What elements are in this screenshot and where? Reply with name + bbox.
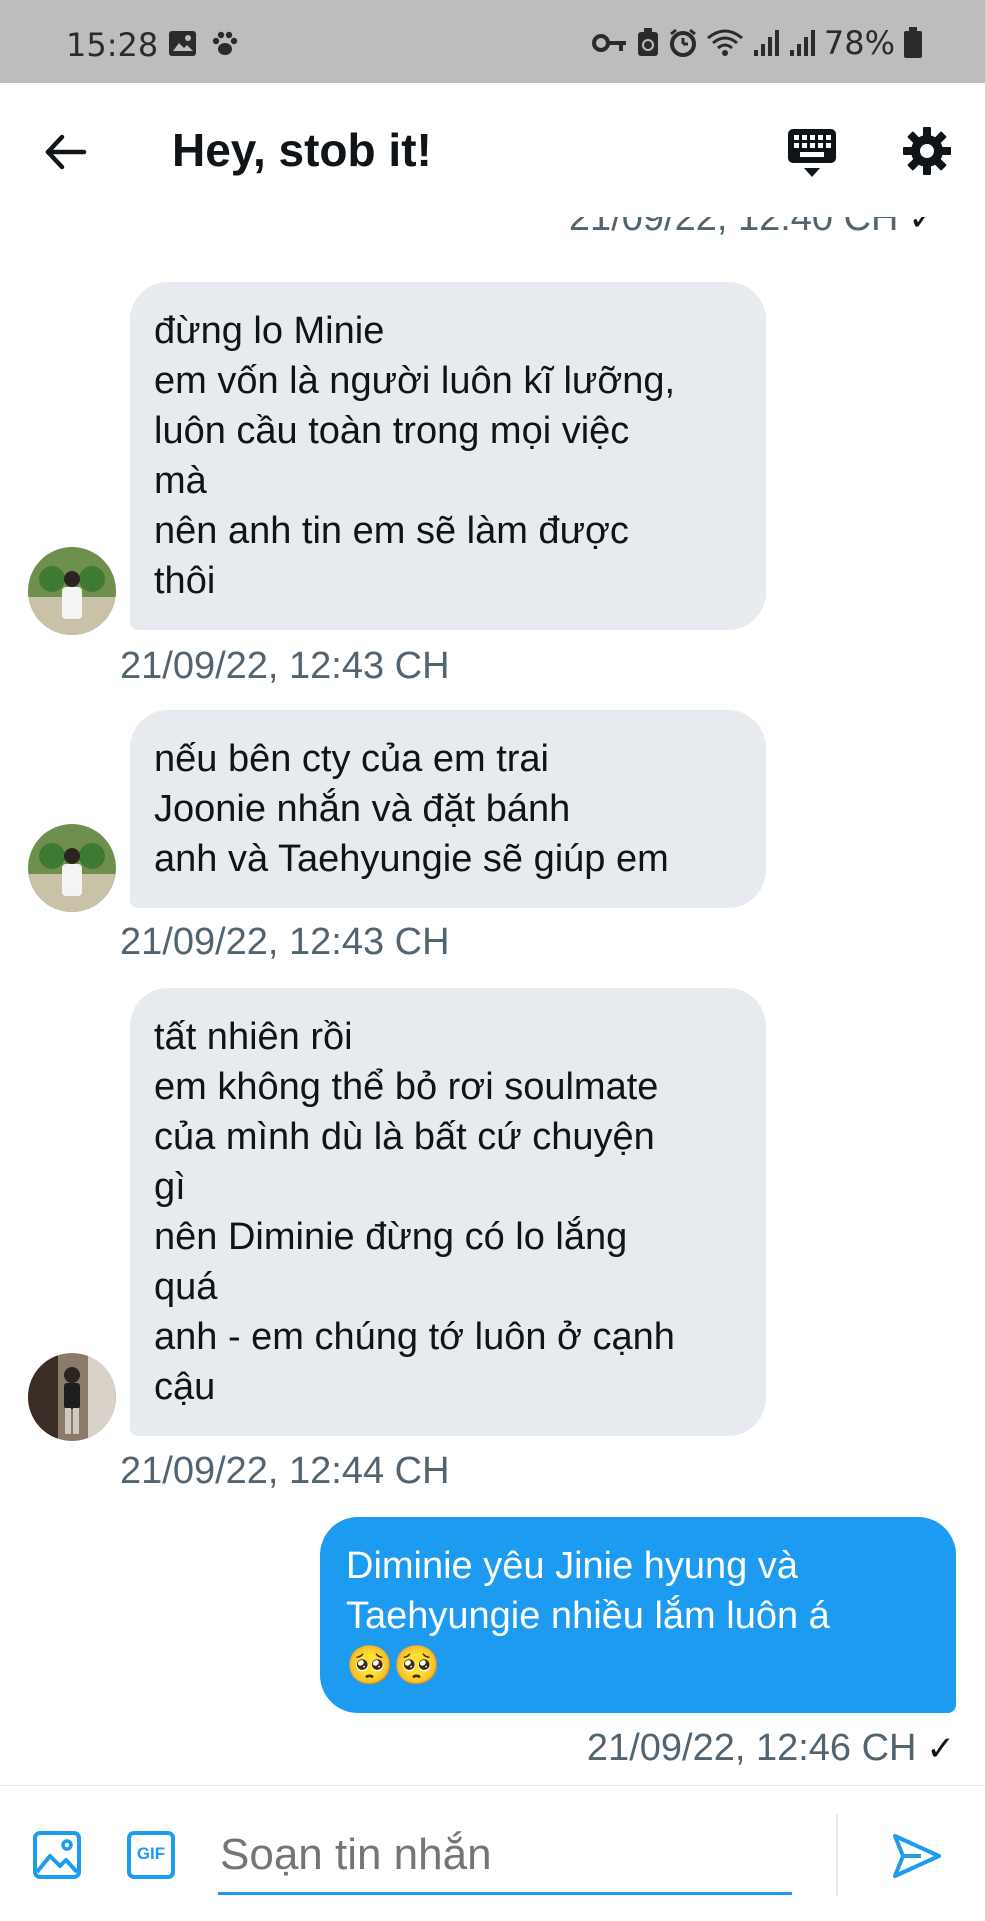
message-timestamp: 21/09/22, 12:43 CH [120,921,450,963]
message-input[interactable] [218,1818,792,1895]
conversation-title: Hey, stob it! [172,124,432,176]
message-timestamp: 21/09/22, 12:40 CH ✓ [569,217,937,240]
image-icon[interactable] [32,1830,82,1880]
avatar[interactable] [28,1353,116,1441]
message-timestamp: 21/09/22, 12:46 CH ✓ [586,1727,956,1769]
keyboard-hide-icon[interactable] [786,127,838,179]
message-timestamp: 21/09/22, 12:43 CH [120,645,450,687]
signal-icon [753,30,779,56]
send-icon[interactable] [891,1832,943,1880]
signal-icon-2 [789,30,815,56]
back-arrow-icon[interactable] [40,127,90,177]
sent-message-bubble[interactable]: Diminie yêu Jinie hyung và Taehyungie nh… [320,1517,956,1713]
composer-divider [836,1814,838,1896]
conversation-header: Hey, stob it! [0,83,985,217]
sent-check-icon: ✓ [926,1730,956,1768]
status-icons: 78% [591,24,923,62]
message-feed[interactable]: 21/09/22, 12:40 CH ✓ đừng lo Minie em vốn… [0,217,985,1785]
paw-icon [212,31,238,55]
gallery-icon [169,31,196,56]
message-composer: GIF [0,1785,985,1921]
battery-level: 78% [823,24,895,62]
received-message-bubble[interactable]: đừng lo Minie em vốn là người luôn kĩ lư… [130,282,766,630]
received-message-bubble[interactable]: tất nhiên rồi em không thể bỏ rơi soulma… [130,988,766,1436]
alarm-icon [669,28,696,57]
gif-label: GIF [136,1844,166,1863]
message-timestamp: 21/09/22, 12:44 CH [120,1450,450,1492]
sent-check-icon: ✓ [908,217,938,238]
gif-icon[interactable]: GIF [126,1830,176,1880]
status-time: 15:28 [66,26,159,64]
avatar[interactable] [28,547,116,635]
status-bar: 15:28 78% [0,0,985,83]
settings-gear-icon[interactable] [901,125,953,177]
wifi-icon [706,29,743,56]
recycle-icon [637,28,658,56]
battery-icon [904,27,922,58]
avatar[interactable] [28,824,116,912]
received-message-bubble[interactable]: nếu bên cty của em trai Joonie nhắn và đ… [130,710,766,908]
key-icon [591,34,626,52]
